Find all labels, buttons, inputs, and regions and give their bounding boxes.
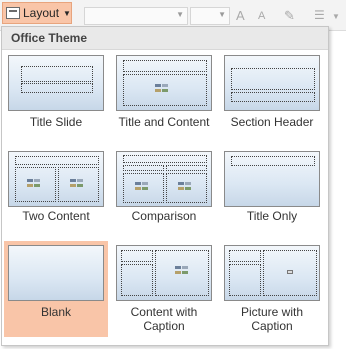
layout-label: Picture with Caption <box>240 305 304 333</box>
font-size-box[interactable]: ▼ <box>190 7 230 25</box>
layout-button-label: Layout <box>23 6 60 20</box>
layout-icon <box>6 7 20 19</box>
layout-thumbnail <box>8 245 104 301</box>
font-name-box[interactable]: ▼ <box>84 7 188 25</box>
clear-formatting-icon[interactable]: ✎ <box>284 8 295 24</box>
layout-label: Content with Caption <box>130 305 198 333</box>
layout-thumbnail <box>116 245 212 301</box>
chevron-down-icon: ▼ <box>176 10 184 19</box>
layout-label: Title and Content <box>118 115 210 129</box>
layout-thumbnail <box>224 151 320 207</box>
layout-button[interactable]: Layout ▼ <box>2 2 72 24</box>
layout-title-slide[interactable]: Title Slide <box>4 51 108 151</box>
chevron-down-icon[interactable]: ▼ <box>332 12 340 21</box>
shrink-font-icon[interactable]: A <box>258 10 265 22</box>
layout-thumbnail <box>8 55 104 111</box>
layout-content-with-caption[interactable]: Content with Caption <box>112 241 216 345</box>
bullets-icon[interactable]: ☰ <box>314 8 325 22</box>
layout-section-header[interactable]: Section Header <box>220 51 324 151</box>
layout-label: Blank <box>40 305 72 319</box>
layout-label: Section Header <box>230 115 314 129</box>
layout-gallery-panel: Office Theme Title Slide Title and Conte… <box>1 26 329 346</box>
layout-thumbnail <box>224 55 320 111</box>
chevron-down-icon: ▼ <box>218 10 226 19</box>
grow-font-icon[interactable]: A <box>236 8 245 23</box>
layout-label: Comparison <box>131 209 197 223</box>
layout-comparison[interactable]: Comparison <box>112 147 216 243</box>
layout-title-and-content[interactable]: Title and Content <box>112 51 216 151</box>
layout-thumbnail <box>116 151 212 207</box>
layout-blank[interactable]: Blank <box>4 241 108 337</box>
layout-thumbnail <box>116 55 212 111</box>
layout-label: Title Slide <box>29 115 83 129</box>
panel-header: Office Theme <box>2 27 328 50</box>
layout-label: Two Content <box>22 209 90 223</box>
layout-thumbnail <box>8 151 104 207</box>
layout-label: Title Only <box>246 209 298 223</box>
layout-title-only[interactable]: Title Only <box>220 147 324 243</box>
layout-two-content[interactable]: Two Content <box>4 147 108 243</box>
layout-picture-with-caption[interactable]: Picture with Caption <box>220 241 324 345</box>
chevron-down-icon: ▼ <box>63 8 71 18</box>
layout-thumbnail <box>224 245 320 301</box>
